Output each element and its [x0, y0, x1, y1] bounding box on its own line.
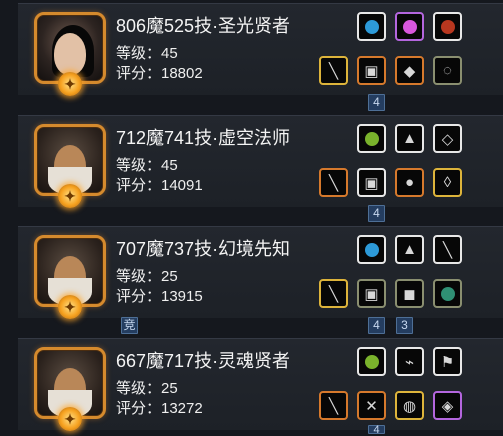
player-level: 等级：25 [116, 268, 178, 285]
player-level: 等级：25 [116, 380, 178, 397]
green-gem-icon[interactable] [433, 279, 462, 308]
cloak-icon[interactable]: ◍ [395, 391, 424, 420]
armor-icon[interactable]: ▣ [357, 279, 386, 308]
armor-icon[interactable]: ▣ [357, 168, 386, 197]
wand-icon[interactable]: ╲ [433, 235, 462, 264]
player-level: 等级：45 [116, 45, 178, 62]
spider-icon[interactable]: ✕ [357, 391, 386, 420]
flag-icon[interactable]: ⚑ [433, 347, 462, 376]
green-crystal-icon[interactable] [357, 347, 386, 376]
blue-orb-icon[interactable] [357, 235, 386, 264]
player-name: 707魔737技·幻境先知 [116, 239, 291, 259]
badge-icon: ✦ [58, 407, 82, 431]
boots-icon[interactable]: ▲ [395, 124, 424, 153]
badge-icon: ✦ [58, 184, 82, 208]
staff-icon[interactable]: ╲ [319, 56, 348, 85]
player-score: 评分：13272 [116, 400, 203, 417]
player-name: 712魔741技·虚空法师 [116, 128, 291, 148]
relic-icon[interactable]: ◆ [395, 56, 424, 85]
pendant-icon[interactable]: ◊ [433, 168, 462, 197]
player-score: 评分：13915 [116, 288, 203, 305]
player-name: 667魔717技·灵魂贤者 [116, 351, 291, 371]
ring-icon[interactable]: ◌ [433, 56, 462, 85]
staff-icon[interactable]: ╲ [319, 168, 348, 197]
count-tag: 4 [368, 317, 385, 334]
badge-icon: ✦ [58, 72, 82, 96]
player-row-3[interactable]: ✦ 707魔737技·幻境先知 等级：25 评分：13915 ▲ ╲ ╲ ▣ ◼ [18, 226, 503, 319]
blue-orb-icon[interactable] [357, 12, 386, 41]
armor-icon[interactable]: ▣ [357, 56, 386, 85]
count-tag: 3 [396, 317, 413, 334]
player-row-4[interactable]: ✦ 667魔717技·灵魂贤者 等级：25 评分：13272 ⌁ ⚑ ╲ ✕ ◍… [18, 338, 503, 431]
mask-icon[interactable]: ◼ [395, 279, 424, 308]
count-tag: 4 [368, 205, 385, 222]
count-tag: 4 [368, 425, 385, 436]
orb-icon[interactable]: ● [395, 168, 424, 197]
player-score: 评分：18802 [116, 65, 203, 82]
rune-icon[interactable]: ◈ [433, 391, 462, 420]
golden-staff-icon[interactable]: ╲ [319, 279, 348, 308]
player-score: 评分：14091 [116, 177, 203, 194]
necklace-icon[interactable]: ◇ [433, 124, 462, 153]
pink-gem-icon[interactable] [395, 12, 424, 41]
badge-icon: ✦ [58, 295, 82, 319]
competitive-tag: 竞 [121, 317, 138, 334]
player-level: 等级：45 [116, 157, 178, 174]
player-row-1[interactable]: ✦ 806魔525技·圣光贤者 等级：45 评分：18802 ╲ ▣ ◆ ◌ [18, 3, 503, 96]
green-crystal-icon[interactable] [357, 124, 386, 153]
player-row-2[interactable]: ✦ 712魔741技·虚空法师 等级：45 评分：14091 ▲ ◇ ╲ ▣ ●… [18, 115, 503, 208]
staff-icon[interactable]: ╲ [319, 391, 348, 420]
boots-icon[interactable]: ▲ [395, 235, 424, 264]
wing-icon[interactable]: ⌁ [395, 347, 424, 376]
red-amulet-icon[interactable] [433, 12, 462, 41]
player-name: 806魔525技·圣光贤者 [116, 16, 291, 36]
count-tag: 4 [368, 94, 385, 111]
